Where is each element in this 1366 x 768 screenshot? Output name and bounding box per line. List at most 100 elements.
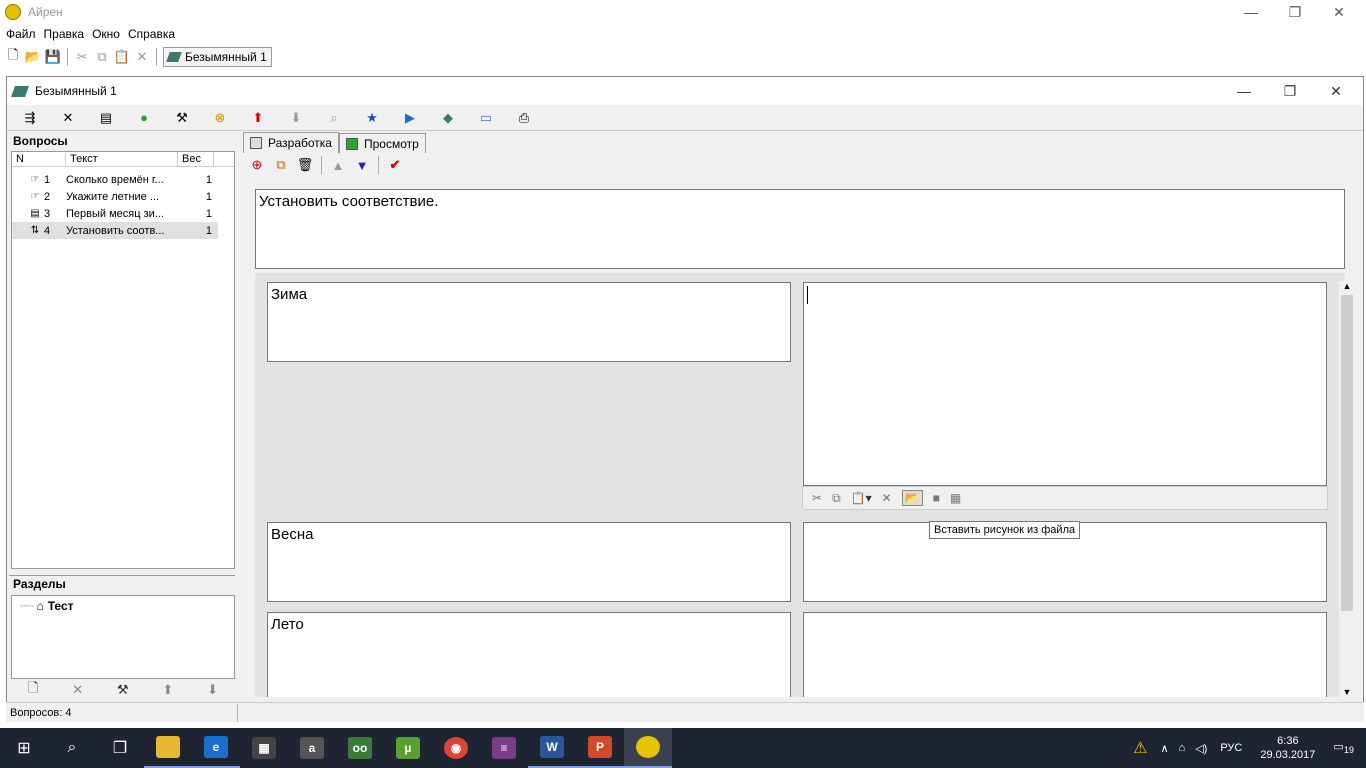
tab-preview[interactable]: Просмотр xyxy=(338,133,426,153)
copy-icon[interactable]: ⧉ xyxy=(832,491,841,506)
stop-icon[interactable]: ■ xyxy=(933,491,940,505)
col-n[interactable]: N xyxy=(12,152,66,166)
copy-icon[interactable]: ⧉ xyxy=(92,47,112,67)
doc-restore-button[interactable]: ❐ xyxy=(1267,77,1313,105)
move-up-icon[interactable]: ⬆ xyxy=(243,108,273,128)
statusbar: Вопросов: 4 xyxy=(6,702,1364,722)
clock[interactable]: 6:36 29.03.2017 xyxy=(1260,734,1315,762)
check-icon[interactable]: ✔ xyxy=(385,155,405,175)
window-tab[interactable]: Безымянный 1 xyxy=(163,46,272,67)
new-file-icon[interactable]: 🗋 xyxy=(3,47,23,67)
delete-question-icon[interactable]: ✕ xyxy=(53,108,83,128)
choice-question-icon: ☞ xyxy=(30,191,40,202)
amazon-icon[interactable]: a xyxy=(288,728,336,768)
picture-properties-icon[interactable]: ▦ xyxy=(950,491,961,505)
right-pair-3[interactable] xyxy=(803,612,1327,697)
restore-button[interactable]: ❐ xyxy=(1272,0,1318,24)
search-icon[interactable]: ⌕ xyxy=(319,108,349,128)
html-icon[interactable]: ▭ xyxy=(471,108,501,128)
question-row-selected[interactable]: ⇅ 4 Установить соотв... 1 xyxy=(12,222,218,239)
tools-icon[interactable]: ⚒ xyxy=(167,108,197,128)
scroll-thumb[interactable] xyxy=(1341,295,1353,611)
play-icon[interactable]: ▶ xyxy=(395,108,425,128)
scroll-down-icon[interactable]: ▼ xyxy=(1339,687,1355,697)
question-text-editor[interactable]: Установить соответствие. xyxy=(255,189,1345,269)
left-pair-3[interactable]: Лето xyxy=(267,612,791,697)
start-button[interactable]: ⊞ xyxy=(0,728,48,768)
volume-icon[interactable]: ◁) xyxy=(1195,742,1207,755)
left-pair-2[interactable]: Весна xyxy=(267,522,791,602)
menu-help[interactable]: Справка xyxy=(128,27,175,41)
print-icon[interactable]: ⎙ xyxy=(509,108,539,128)
col-text[interactable]: Текст xyxy=(66,152,178,166)
edge-icon[interactable]: e xyxy=(192,728,240,768)
right-pair-1-editor[interactable] xyxy=(803,282,1327,486)
cancel-circle-icon[interactable]: ⊗ xyxy=(205,108,235,128)
scroll-up-icon[interactable]: ▲ xyxy=(1339,281,1355,291)
left-pair-1[interactable]: Зима xyxy=(267,282,791,362)
warning-icon[interactable]: ⚠ xyxy=(1133,738,1147,758)
answer-down-icon[interactable]: ▼ xyxy=(352,155,372,175)
notification-icon[interactable]: ▭19 xyxy=(1333,740,1354,755)
question-text: Сколько времён г... xyxy=(66,173,164,186)
book-icon[interactable]: ◆ xyxy=(433,108,463,128)
language-indicator[interactable]: РУС xyxy=(1220,742,1242,754)
winrar-icon[interactable]: ≡ xyxy=(480,728,528,768)
new-section-icon[interactable]: 🗋 xyxy=(28,679,38,701)
properties-icon[interactable]: ▤ xyxy=(91,108,121,128)
utorrent-icon[interactable]: µ xyxy=(384,728,432,768)
delete-section-icon[interactable]: ✕ xyxy=(72,682,83,698)
chevron-up-icon[interactable]: ∧ xyxy=(1160,742,1168,755)
menu-window[interactable]: Окно xyxy=(92,27,120,41)
question-row[interactable]: ☞ 1 Сколько времён г... 1 xyxy=(12,171,234,188)
question-row[interactable]: ▤ 3 Первый месяц зи... 1 xyxy=(12,205,234,222)
move-down-icon[interactable]: ⬇ xyxy=(281,108,311,128)
star-icon[interactable]: ★ xyxy=(357,108,387,128)
minimize-button[interactable]: — xyxy=(1228,0,1274,24)
powerpoint-icon[interactable]: P xyxy=(576,728,624,768)
section-item[interactable]: ┈┈ ⌂ Тест xyxy=(12,598,234,614)
copy-answer-icon[interactable]: ⧉ xyxy=(271,155,291,175)
trash-icon[interactable]: 🗑 xyxy=(295,155,315,175)
question-weight: 1 xyxy=(205,224,212,237)
section-up-icon[interactable]: ⬆ xyxy=(162,682,173,698)
questions-list[interactable]: N Текст Вес ☞ 1 Сколько времён г... 1 ☞ … xyxy=(11,151,235,569)
cut-icon[interactable]: ✂ xyxy=(72,47,92,67)
store-icon[interactable]: ▦ xyxy=(240,728,288,768)
money-icon[interactable]: ● xyxy=(129,108,159,128)
delete-icon[interactable]: ✕ xyxy=(882,491,892,505)
col-weight[interactable]: Вес xyxy=(178,152,214,166)
sections-tree[interactable]: ┈┈ ⌂ Тест xyxy=(11,595,235,679)
save-icon[interactable]: 💾 xyxy=(43,47,63,67)
task-view-icon[interactable]: ❐ xyxy=(96,728,144,768)
menu-edit[interactable]: Правка xyxy=(44,27,85,41)
cut-icon[interactable]: ✂ xyxy=(812,491,822,505)
document-titlebar: Безымянный 1 — ❐ ✕ xyxy=(7,77,1363,105)
open-folder-icon[interactable]: 📂 xyxy=(23,47,43,67)
add-answer-icon[interactable]: ⊕ xyxy=(247,155,267,175)
doc-minimize-button[interactable]: — xyxy=(1221,77,1267,105)
network-icon[interactable]: ⌂ xyxy=(1179,742,1186,754)
tab-development[interactable]: Разработка xyxy=(243,132,339,153)
paste-icon[interactable]: 📋▾ xyxy=(851,491,872,505)
doc-close-button[interactable]: ✕ xyxy=(1313,77,1359,105)
close-button[interactable]: ✕ xyxy=(1316,0,1362,24)
menu-file[interactable]: Файл xyxy=(6,27,36,41)
add-question-icon[interactable]: ⇶ xyxy=(15,108,45,128)
chrome-icon[interactable]: ◉ xyxy=(432,728,480,768)
question-text: Укажите летние ... xyxy=(66,190,160,203)
answer-up-icon[interactable]: ▲ xyxy=(328,155,348,175)
paste-icon[interactable]: 📋 xyxy=(112,47,132,67)
word-icon[interactable]: W xyxy=(528,728,576,768)
file-explorer-icon[interactable] xyxy=(144,728,192,768)
answers-scrollbar[interactable]: ▲ ▼ xyxy=(1339,281,1355,697)
insert-picture-from-file-icon[interactable]: 📂 xyxy=(901,490,923,506)
tripadvisor-icon[interactable]: oo xyxy=(336,728,384,768)
section-down-icon[interactable]: ⬇ xyxy=(207,682,218,698)
question-row[interactable]: ☞ 2 Укажите летние ... 1 xyxy=(12,188,234,205)
search-icon[interactable]: ⌕ xyxy=(48,728,96,768)
airen-icon[interactable] xyxy=(624,728,672,768)
section-tools-icon[interactable]: ⚒ xyxy=(117,682,129,698)
delete-icon[interactable]: ✕ xyxy=(132,47,152,67)
main-toolbar: 🗋 📂 💾 ✂ ⧉ 📋 ✕ Безымянный 1 xyxy=(0,45,1366,68)
